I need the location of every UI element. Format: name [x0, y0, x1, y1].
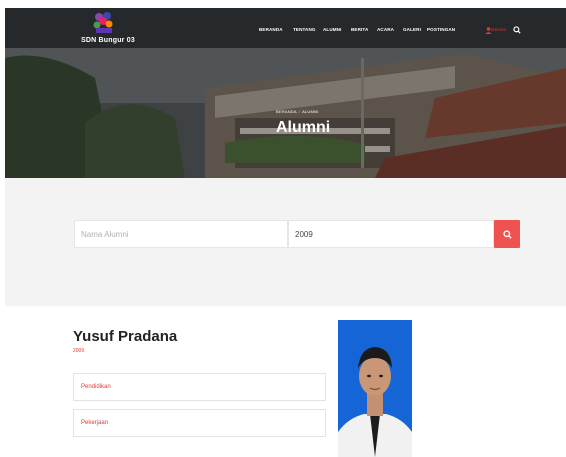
education-panel[interactable]: Pendidikan — [73, 373, 326, 401]
search-button[interactable] — [494, 220, 520, 248]
breadcrumb-current: ALUMNI — [302, 109, 319, 114]
search-icon[interactable] — [513, 26, 521, 34]
breadcrumb-home[interactable]: BERANDA — [276, 109, 297, 114]
alumnus-photo — [338, 320, 412, 457]
alumni-name-input[interactable]: Nama Alumni — [74, 220, 288, 248]
hero-banner: BERANDA / ALUMNI Alumni — [5, 48, 566, 178]
nav-postingan[interactable]: POSTINGAN — [427, 27, 455, 32]
nav-acara[interactable]: ACARA — [377, 27, 394, 32]
nav-alumni[interactable]: ALUMNI — [323, 27, 341, 32]
alumni-search-section: Nama Alumni 2009 — [5, 178, 566, 306]
page-title: Alumni — [276, 119, 331, 136]
alumnus-name: Yusuf Pradana — [73, 328, 178, 345]
nav-berita[interactable]: BERITA — [351, 27, 368, 32]
main-nav: BERANDA TENTANG ALUMNI BERITA ACARA GALE… — [5, 27, 566, 37]
alumnus-year: 2009 — [73, 348, 85, 354]
nav-tentang[interactable]: TENTANG — [293, 27, 316, 32]
search-icon — [502, 229, 512, 239]
nav-galeri[interactable]: GALERI — [403, 27, 421, 32]
user-icon[interactable] — [485, 27, 492, 34]
nav-beranda[interactable]: BERANDA — [259, 27, 283, 32]
nav-login[interactable]: Gencio — [491, 27, 506, 32]
brand-name[interactable]: SDN Bungur 03 — [81, 37, 135, 44]
top-navbar: SDN Bungur 03 BERANDA TENTANG ALUMNI BER… — [5, 8, 566, 48]
breadcrumb: BERANDA / ALUMNI — [276, 109, 319, 114]
job-panel[interactable]: Pekerjaan — [73, 409, 326, 437]
year-select[interactable]: 2009 — [288, 220, 494, 248]
